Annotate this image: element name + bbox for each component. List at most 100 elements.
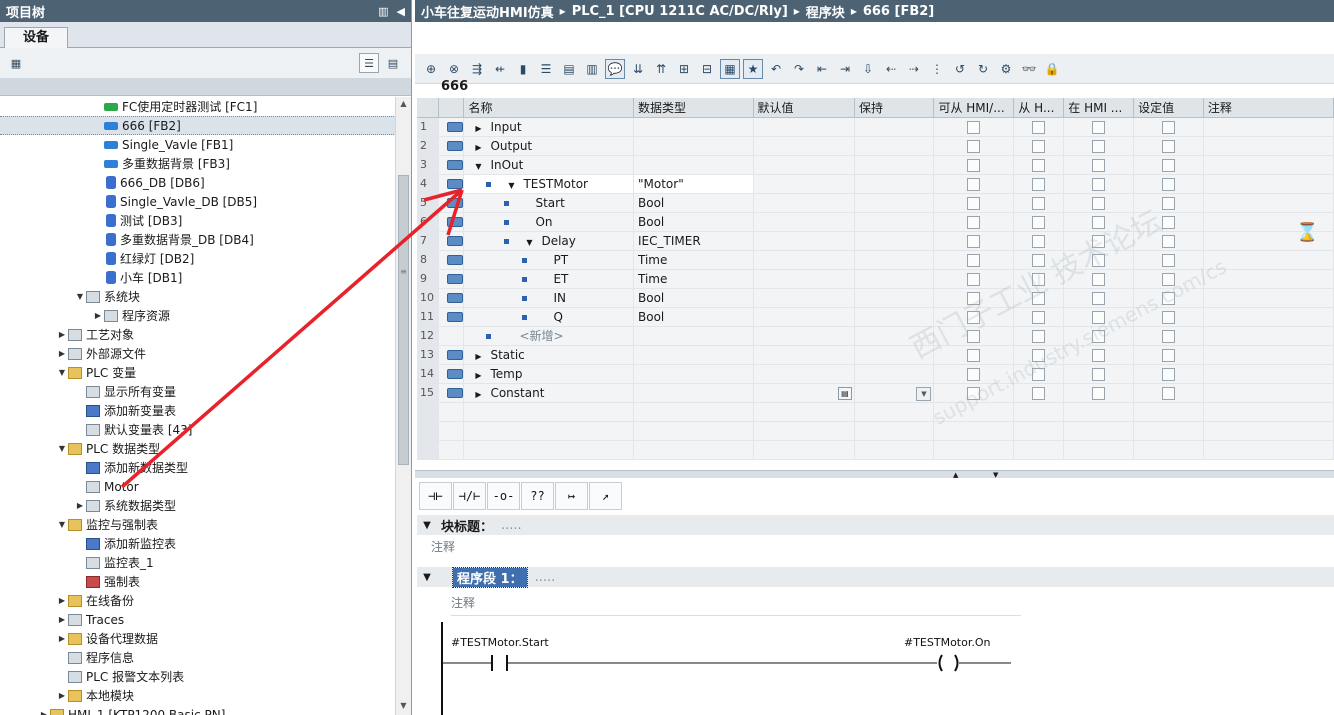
nc-contact-button[interactable]: ⊣/⊢ — [453, 482, 486, 510]
go-to-error-prev-icon[interactable]: ↶ — [766, 59, 786, 79]
hmi-visible-checkbox[interactable] — [1032, 177, 1046, 191]
tree-item[interactable]: ▼ 系统块 — [0, 287, 396, 306]
collapsed-icon[interactable]: ▶ — [38, 710, 50, 715]
setpoint-checkbox[interactable] — [1162, 310, 1176, 324]
datatype-cell[interactable]: Bool — [633, 288, 754, 308]
dropdown-icon[interactable]: ▼ — [916, 386, 932, 401]
retain-cell[interactable] — [854, 364, 935, 384]
tree-item[interactable]: PLC 报警文本列表 — [0, 667, 396, 686]
setpoint-checkbox[interactable] — [1162, 120, 1176, 134]
default-value-cell[interactable] — [753, 307, 855, 327]
name-cell[interactable]: Start — [463, 193, 635, 213]
hmi-accessible-checkbox[interactable] — [967, 348, 981, 362]
insert-row-icon[interactable]: ⊕ — [421, 59, 441, 79]
tree-item[interactable]: 强制表 — [0, 572, 396, 591]
tree-item[interactable]: ▶ HMI_1 [KTP1200 Basic PN] — [0, 705, 396, 715]
default-value-cell[interactable] — [753, 345, 855, 365]
collapsed-icon[interactable]: ▶ — [92, 311, 104, 320]
splitter-up-icon[interactable]: ▲ — [953, 471, 958, 479]
name-cell[interactable]: Q — [463, 307, 635, 327]
collapsed-icon[interactable]: ▶ — [472, 390, 484, 399]
default-value-cell[interactable] — [753, 326, 855, 346]
setpoint-checkbox[interactable] — [1162, 253, 1176, 267]
table-row[interactable]: 2 ▶ Output — [417, 136, 1334, 156]
default-value-cell[interactable]: ▤ — [753, 383, 855, 403]
hmi-settable-checkbox[interactable] — [1092, 139, 1106, 153]
name-cell[interactable]: ▶ Output — [463, 136, 635, 156]
open-branch-button[interactable]: ↦ — [555, 482, 588, 510]
hmi-settable-checkbox[interactable] — [1092, 120, 1106, 134]
collapsed-icon[interactable]: ▶ — [56, 330, 68, 339]
comment-toggle-icon[interactable]: 💬 — [605, 58, 625, 79]
no-contact-button[interactable]: ⊣⊢ — [419, 482, 452, 510]
watch-icon[interactable]: 👓 — [1019, 59, 1039, 79]
name-cell[interactable]: <新增> — [463, 326, 635, 346]
name-cell[interactable]: ET — [463, 269, 635, 289]
tree-item[interactable]: 添加新监控表 — [0, 534, 396, 553]
hmi-accessible-checkbox[interactable] — [967, 215, 981, 229]
comment-cell[interactable] — [1203, 136, 1334, 156]
datatype-cell[interactable] — [633, 155, 754, 175]
block-comment[interactable]: 注释 — [431, 538, 455, 555]
splitter-down-icon[interactable]: ▼ — [993, 471, 998, 479]
tree-item[interactable]: ▶ 外部源文件 — [0, 344, 396, 363]
default-value-cell[interactable] — [753, 136, 855, 156]
column-header[interactable] — [438, 98, 465, 118]
hmi-visible-checkbox[interactable] — [1032, 158, 1046, 172]
hmi-accessible-checkbox[interactable] — [967, 272, 981, 286]
hmi-visible-checkbox[interactable] — [1032, 120, 1046, 134]
tag-info-icon[interactable]: ⊟ — [697, 59, 717, 79]
retain-cell[interactable]: ▼ — [854, 383, 935, 403]
go-to-error-next-icon[interactable]: ↷ — [789, 59, 809, 79]
default-value-cell[interactable] — [753, 231, 855, 251]
column-header[interactable] — [417, 98, 440, 118]
collapsed-icon[interactable]: ▶ — [56, 615, 68, 624]
structure-icon[interactable]: ⋮ — [927, 59, 947, 79]
delete-network-icon[interactable]: ⇷ — [490, 59, 510, 79]
tree-item[interactable]: ▼ PLC 数据类型 — [0, 439, 396, 458]
table-row[interactable]: 10 IN Bool — [417, 288, 1334, 308]
expanded-icon[interactable]: ▼ — [523, 238, 535, 247]
network-comment[interactable]: 注释 — [451, 594, 1021, 616]
hmi-visible-checkbox[interactable] — [1032, 310, 1046, 324]
name-cell[interactable]: ▼ TESTMotor — [463, 174, 635, 194]
comment-cell[interactable] — [1203, 155, 1334, 175]
online-icon[interactable]: ⚙ — [996, 59, 1016, 79]
tree-item[interactable]: ▶ 本地模块 — [0, 686, 396, 705]
hmi-accessible-checkbox[interactable] — [967, 329, 981, 343]
hmi-settable-checkbox[interactable] — [1092, 329, 1106, 343]
collapsed-icon[interactable]: ▶ — [472, 371, 484, 380]
retain-cell[interactable] — [854, 155, 935, 175]
detail-view-icon[interactable]: ☰ — [359, 53, 379, 73]
retain-cell[interactable] — [854, 288, 935, 308]
hmi-settable-checkbox[interactable] — [1092, 348, 1106, 362]
go-to-previous-icon[interactable]: ⇤ — [812, 59, 832, 79]
hmi-accessible-checkbox[interactable] — [967, 253, 981, 267]
setpoint-checkbox[interactable] — [1162, 196, 1176, 210]
default-value-cell[interactable] — [753, 117, 855, 137]
contact-element[interactable] — [491, 655, 508, 671]
scroll-up-icon[interactable]: ▲ — [396, 99, 411, 113]
close-branch-button[interactable]: ↗ — [589, 482, 622, 510]
hmi-settable-checkbox[interactable] — [1092, 291, 1106, 305]
comment-cell[interactable] — [1203, 345, 1334, 365]
table-row[interactable]: 6 On Bool — [417, 212, 1334, 232]
properties-icon[interactable]: ▦ — [6, 53, 26, 73]
hmi-accessible-checkbox[interactable] — [967, 234, 981, 248]
breadcrumb-program-blocks[interactable]: 程序块 — [806, 2, 845, 21]
column-header[interactable]: 默认值 — [753, 98, 855, 118]
table-row[interactable]: 8 PT Time — [417, 250, 1334, 270]
column-header[interactable]: 名称 — [463, 98, 635, 118]
table-row[interactable]: 5 Start Bool — [417, 193, 1334, 213]
collapse-icon[interactable]: ▼ — [419, 572, 435, 583]
coil-button[interactable]: -o- — [487, 482, 520, 510]
tree-item[interactable]: Single_Vavle_DB [DB5] — [0, 192, 396, 211]
hmi-accessible-checkbox[interactable] — [967, 310, 981, 324]
setpoint-checkbox[interactable] — [1162, 329, 1176, 343]
tree-item[interactable]: 666 [FB2] — [0, 116, 396, 135]
tree-item[interactable]: 显示所有变量 — [0, 382, 396, 401]
tree-item[interactable]: Single_Vavle [FB1] — [0, 135, 396, 154]
table-row[interactable]: 14 ▶ Temp — [417, 364, 1334, 384]
block-title-value[interactable]: ..... — [501, 518, 522, 533]
hmi-visible-checkbox[interactable] — [1032, 234, 1046, 248]
